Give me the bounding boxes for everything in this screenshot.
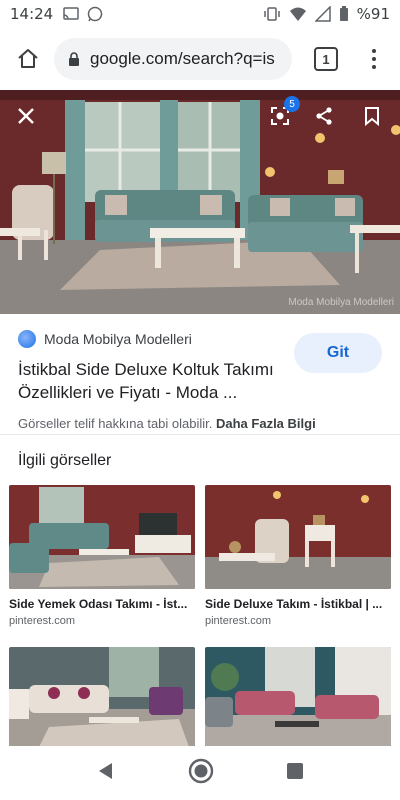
close-button[interactable]	[8, 98, 44, 134]
related-source: pinterest.com	[205, 615, 272, 627]
related-image	[205, 485, 391, 589]
related-thumbnail[interactable]	[9, 485, 195, 589]
related-item[interactable]: Side Yemek Odası Takımı - İst... pintere…	[9, 485, 195, 627]
home-nav-button[interactable]	[188, 758, 214, 789]
browser-toolbar: google.com/search?q=is 1	[0, 28, 400, 90]
whatsapp-icon	[87, 6, 103, 22]
result-card: Moda Mobilya Modelleri İstikbal Side Del…	[0, 314, 400, 434]
url-text: google.com/search?q=is	[90, 49, 275, 68]
lens-count-badge: 5	[284, 96, 300, 112]
related-thumbnail[interactable]	[205, 647, 391, 747]
home-circle-icon	[188, 758, 214, 783]
source-name: Moda Mobilya Modelleri	[44, 331, 192, 347]
home-icon	[18, 49, 38, 68]
status-bar: 14:24 %91	[0, 0, 400, 28]
related-thumbnail[interactable]	[9, 647, 195, 747]
overflow-menu-button[interactable]	[362, 39, 386, 79]
divider	[0, 434, 400, 435]
signal-icon	[314, 6, 331, 22]
battery-icon	[339, 6, 348, 21]
related-image	[205, 647, 391, 747]
copyright-text: Görseller telif hakkına tabi olabilir.	[18, 416, 213, 431]
cast-icon	[63, 7, 79, 20]
status-time: 14:24	[10, 5, 54, 23]
wifi-icon	[289, 7, 306, 21]
tab-switcher-button[interactable]: 1	[314, 47, 338, 71]
related-heading: İlgili görseller	[18, 452, 112, 469]
bookmark-icon	[365, 107, 379, 126]
system-nav-bar	[0, 746, 400, 800]
address-bar[interactable]: google.com/search?q=is	[54, 38, 292, 80]
copyright-notice: Görseller telif hakkına tabi olabilir. D…	[18, 416, 382, 431]
battery-level: %91	[356, 5, 390, 23]
menu-dot-icon	[372, 65, 376, 69]
recents-icon	[287, 762, 303, 779]
related-item[interactable]	[9, 647, 195, 747]
more-info-link[interactable]: Daha Fazla Bilgi	[216, 416, 316, 431]
lock-icon	[69, 52, 79, 66]
related-item[interactable]: Side Deluxe Takım - İstikbal | ... pinte…	[205, 485, 391, 627]
home-button[interactable]	[8, 39, 48, 79]
recents-button[interactable]	[286, 762, 304, 785]
menu-dot-icon	[372, 57, 376, 61]
save-button[interactable]	[354, 98, 390, 134]
back-icon	[99, 762, 112, 779]
share-icon	[316, 107, 332, 125]
close-icon	[18, 108, 34, 124]
site-favicon-icon	[18, 330, 36, 348]
back-button[interactable]	[96, 761, 116, 786]
related-caption: Side Yemek Odası Takımı - İst...	[9, 597, 188, 611]
image-watermark: Moda Mobilya Modelleri	[288, 297, 394, 308]
related-image	[9, 647, 195, 747]
related-image	[9, 485, 195, 589]
related-caption: Side Deluxe Takım - İstikbal | ...	[205, 597, 383, 611]
visit-button[interactable]: Git	[294, 333, 382, 373]
preview-image[interactable]: 5 Moda Mobilya Modelleri	[0, 90, 400, 314]
result-title[interactable]: İstikbal Side Deluxe Koltuk Takımı Özell…	[18, 358, 288, 404]
related-source: pinterest.com	[9, 615, 76, 627]
lens-button[interactable]: 5	[262, 96, 300, 134]
menu-dot-icon	[372, 49, 376, 53]
vibrate-icon	[263, 7, 280, 21]
share-button[interactable]	[306, 98, 342, 134]
related-item[interactable]	[205, 647, 391, 747]
related-thumbnail[interactable]	[205, 485, 391, 589]
